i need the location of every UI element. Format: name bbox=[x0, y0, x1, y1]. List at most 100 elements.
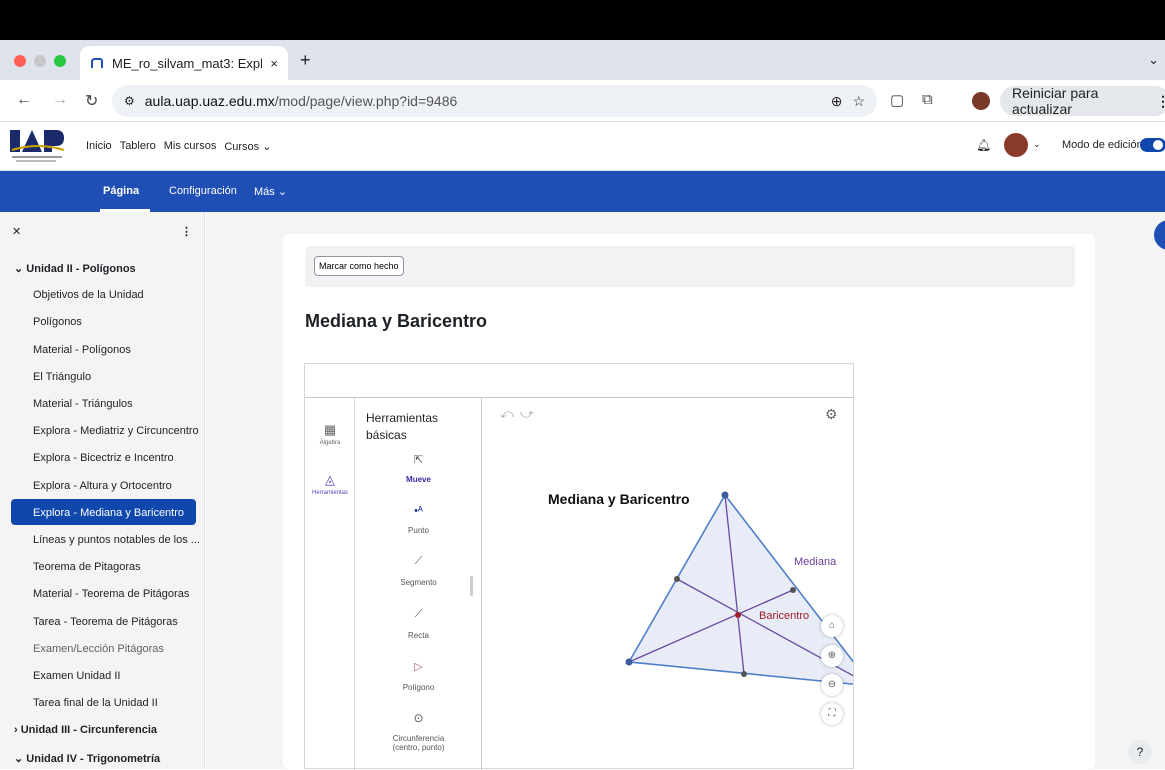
triangle-construction bbox=[625, 491, 853, 685]
calculator-icon: ▦ bbox=[323, 422, 337, 437]
back-icon[interactable]: ← bbox=[16, 91, 32, 109]
screen-top-bar bbox=[0, 0, 1165, 40]
sidebar-item[interactable]: Explora - Mediatriz y Circuncentro bbox=[33, 425, 199, 437]
profile-avatar[interactable] bbox=[972, 92, 990, 110]
zoom-icon[interactable]: ⊕ bbox=[831, 93, 843, 110]
restart-update-button[interactable]: Reiniciar para actualizar ⋮ bbox=[1000, 85, 1165, 117]
sidebar-item[interactable]: Material - Triángulos bbox=[33, 398, 133, 410]
centroid-label: Baricentro bbox=[759, 610, 810, 622]
graphics-view: ⤺ ⤻ ⚙ Mediana y Baricentro Mediana Baric… bbox=[482, 398, 853, 770]
sidebar-item[interactable]: Líneas y puntos notables de los ... bbox=[33, 534, 200, 546]
sidebar-item[interactable]: Tarea - Teorema de Pitágoras bbox=[33, 616, 178, 628]
sidebar-item-active[interactable]: Explora - Mediana y Baricentro bbox=[11, 498, 196, 525]
drawer-options-icon[interactable]: ⋮ bbox=[181, 225, 192, 238]
notifications-bell-icon[interactable]: 🔔︎ bbox=[976, 138, 991, 152]
help-button[interactable]: ? bbox=[1128, 740, 1152, 764]
tab-mas[interactable]: Más ⌄ bbox=[254, 185, 287, 198]
algebra-tab[interactable]: ▦ Álgebra bbox=[305, 422, 355, 446]
mark-as-done-button[interactable]: Marcar como hecho bbox=[314, 256, 404, 276]
sidebar-item[interactable]: Tarea final de la Unidad II bbox=[33, 697, 158, 709]
restart-label: Reiniciar para actualizar bbox=[1012, 85, 1099, 117]
sidebar-section[interactable]: ⌄ Unidad IV - Trigonometría bbox=[14, 752, 160, 765]
zoom-out-icon[interactable]: ⊖ bbox=[821, 674, 843, 696]
moodle-favicon-icon bbox=[91, 58, 103, 68]
new-tab-button[interactable]: + bbox=[300, 50, 311, 71]
tools-tab-label: Herramientas bbox=[311, 490, 348, 496]
close-window-button[interactable] bbox=[14, 55, 26, 67]
drawer-header: ✕ ⋮ bbox=[0, 212, 205, 252]
tool-mueve[interactable]: Mueve bbox=[355, 475, 482, 484]
window-controls bbox=[14, 55, 66, 67]
tools-tab[interactable]: ◬ Herramientas bbox=[305, 472, 355, 496]
circle-icon: ⊙ bbox=[413, 711, 424, 725]
midpoint-bc bbox=[741, 671, 747, 677]
chevron-down-icon[interactable]: ⌄ bbox=[14, 263, 26, 275]
nav-tablero[interactable]: Tablero bbox=[120, 140, 156, 153]
tools-scrollbar[interactable] bbox=[470, 576, 473, 596]
sidebar-item[interactable]: Polígonos bbox=[33, 316, 82, 328]
maximize-window-button[interactable] bbox=[54, 55, 66, 67]
centroid-point bbox=[735, 612, 741, 618]
nav-cursos[interactable]: Cursos ⌄ bbox=[224, 140, 271, 153]
browser-tab[interactable]: ME_ro_silvam_mat3: Explora × bbox=[80, 46, 288, 80]
extensions-icon[interactable]: ⧉ bbox=[922, 91, 933, 108]
tool-circunferencia[interactable]: Circunferencia (centro, punto) bbox=[355, 734, 482, 752]
polygon-icon: ▷ bbox=[414, 661, 423, 673]
home-view-icon[interactable]: ⌂ bbox=[821, 615, 843, 637]
edit-mode-toggle[interactable] bbox=[1140, 138, 1165, 152]
moodle-header: Inicio Tablero Mis cursos Cursos ⌄ 🔔︎ ⌄ … bbox=[0, 122, 1165, 171]
zoom-in-icon[interactable]: ⊕ bbox=[821, 645, 843, 667]
tab-pagina[interactable]: Página bbox=[103, 185, 139, 197]
nav-inicio[interactable]: Inicio bbox=[86, 140, 112, 153]
address-bar-row: ← → ↻ ⚙ aula.uap.uaz.edu.mx/mod/page/vie… bbox=[0, 80, 1165, 122]
segment-icon: ⟋ bbox=[414, 555, 423, 567]
tool-recta[interactable]: Recta bbox=[355, 631, 482, 640]
minimize-window-button[interactable] bbox=[34, 55, 46, 67]
nav-mis-cursos[interactable]: Mis cursos bbox=[164, 140, 217, 153]
uap-logo[interactable] bbox=[10, 128, 66, 166]
reading-mode-icon[interactable]: ▢ bbox=[890, 91, 904, 109]
browser-tab-bar: ME_ro_silvam_mat3: Explora × + ⌄ bbox=[0, 40, 1165, 80]
forward-icon[interactable]: → bbox=[52, 91, 68, 109]
tool-poligono[interactable]: Polígono bbox=[355, 683, 482, 692]
user-menu-chevron-icon[interactable]: ⌄ bbox=[1033, 139, 1041, 150]
vertex-b[interactable] bbox=[625, 658, 633, 666]
chevron-right-icon[interactable]: › bbox=[14, 724, 21, 736]
sidebar-section[interactable]: › Unidad III - Circunferencia bbox=[14, 724, 157, 736]
tools-title: Herramientas básicas bbox=[366, 411, 439, 442]
user-avatar[interactable] bbox=[1004, 133, 1028, 157]
site-info-icon[interactable]: ⚙ bbox=[124, 94, 135, 108]
more-menu-icon[interactable]: ⋮ bbox=[1156, 93, 1165, 110]
bookmark-star-icon[interactable]: ☆ bbox=[852, 93, 865, 110]
point-icon: •ᴬ bbox=[414, 505, 423, 517]
line-icon: ⟋ bbox=[414, 608, 423, 620]
chevron-down-icon[interactable]: ⌄ bbox=[14, 753, 26, 765]
applet-top-bar bbox=[305, 364, 853, 398]
tools-panel: Herramientas básicas ⇱ Mueve •ᴬ Punto ⟋ … bbox=[355, 398, 482, 770]
tab-close-icon[interactable]: × bbox=[270, 56, 278, 71]
sidebar-item[interactable]: Teorema de Pitagoras bbox=[33, 561, 141, 573]
cursor-icon: ⇱ bbox=[413, 454, 424, 466]
close-drawer-icon[interactable]: ✕ bbox=[12, 225, 21, 238]
sidebar-item[interactable]: Material - Teorema de Pitágoras bbox=[33, 588, 189, 600]
sidebar-item[interactable]: Objetivos de la Unidad bbox=[33, 289, 144, 301]
sidebar-item[interactable]: Examen/Lección Pitágoras bbox=[33, 643, 164, 655]
sidebar-item[interactable]: Material - Polígonos bbox=[33, 344, 131, 356]
tool-segmento[interactable]: Segmento bbox=[355, 578, 482, 587]
tab-menu-chevron-icon[interactable]: ⌄ bbox=[1148, 52, 1159, 68]
url-path: /mod/page/view.php?id=9486 bbox=[274, 93, 458, 109]
reload-icon[interactable]: ↻ bbox=[85, 91, 98, 111]
midpoint-ab bbox=[674, 576, 680, 582]
vertex-a[interactable] bbox=[721, 491, 729, 499]
tab-configuracion[interactable]: Configuración bbox=[169, 185, 237, 197]
tool-punto[interactable]: Punto bbox=[355, 526, 482, 535]
sidebar-item[interactable]: Explora - Bicectriz e Incentro bbox=[33, 452, 174, 464]
sidebar-item[interactable]: Explora - Altura y Ortocentro bbox=[33, 480, 172, 492]
url-field[interactable]: ⚙ aula.uap.uaz.edu.mx/mod/page/view.php?… bbox=[112, 85, 877, 117]
sidebar-section[interactable]: ⌄ Unidad II - Polígonos bbox=[14, 262, 136, 275]
sidebar-item[interactable]: Examen Unidad II bbox=[33, 670, 120, 682]
fullscreen-icon[interactable]: ⛶ bbox=[821, 703, 843, 725]
sidebar-item[interactable]: El Triángulo bbox=[33, 371, 91, 383]
tab-mas-label: Más bbox=[254, 186, 275, 198]
sidebar-section-label: Unidad II - Polígonos bbox=[26, 263, 136, 275]
